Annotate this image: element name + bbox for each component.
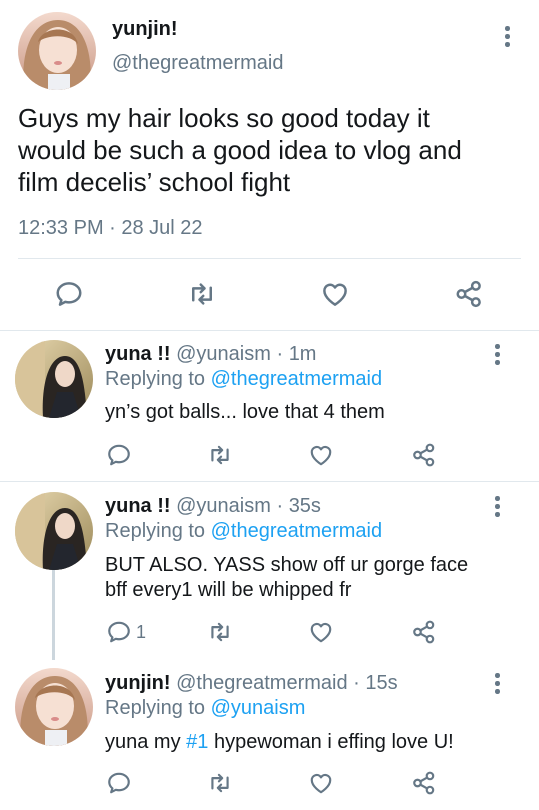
retweet-button[interactable] [207,442,233,468]
reply-button[interactable]: 1 [106,619,146,645]
display-name[interactable]: yuna !! [105,343,171,365]
relative-time[interactable]: 35s [289,495,321,517]
tweet-text-line: film decelis’ school fight [18,167,291,197]
more-vertical-icon[interactable] [487,494,507,520]
separator: · [270,495,289,517]
reply-icon [106,619,132,645]
tweet-timestamp[interactable]: 12:33 PM · 28 Jul 22 [18,217,203,240]
handle[interactable]: @thegreatmermaid [112,52,283,75]
avatar[interactable] [15,668,93,746]
share-button[interactable] [454,279,484,309]
avatar[interactable] [15,492,93,570]
share-icon [454,279,484,309]
retweet-button[interactable] [207,619,233,645]
tweet-text-line: Guys my hair looks so good today it [18,103,430,133]
avatar[interactable] [18,12,96,90]
like-button[interactable] [320,279,350,309]
more-vertical-icon[interactable] [487,671,507,697]
retweet-button[interactable] [207,770,233,796]
reply-icon [106,442,132,468]
reply-text: yuna my #1 hypewoman i effing love U! [105,730,454,755]
handle[interactable]: @yunaism [176,495,271,517]
like-button[interactable] [308,442,334,468]
avatar-photo [18,12,96,90]
like-button[interactable] [308,619,334,645]
share-icon [411,619,437,645]
reply-icon [106,770,132,796]
reply-text: BUT ALSO. YASS show off ur gorge face bf… [105,553,525,603]
retweet-icon [207,442,233,468]
avatar-photo [15,492,93,570]
retweet-icon [207,619,233,645]
tweet-text: Guys my hair looks so good today it woul… [18,102,518,198]
reply-text-line: BUT ALSO. YASS show off ur gorge face [105,554,469,576]
replying-to-link[interactable]: @thegreatmermaid [211,368,382,390]
more-vertical-icon[interactable] [497,24,517,50]
replying-to-link[interactable]: @thegreatmermaid [211,520,382,542]
replying-to-label: Replying to [105,520,206,542]
replying-to: Replying to @yunaism [105,697,305,720]
reply-count: 1 [136,621,147,642]
tweet-text-line: would be such a good idea to vlog and [18,135,462,165]
retweet-icon [187,279,217,309]
display-name[interactable]: yunjin! [105,672,171,694]
display-name[interactable]: yunjin! [112,18,178,41]
hashtag-link[interactable]: #1 [186,731,208,753]
divider [0,330,539,331]
relative-time[interactable]: 15s [365,672,397,694]
reply-text: yn’s got balls... love that 4 them [105,400,385,425]
replying-to: Replying to @thegreatmermaid [105,368,382,391]
reply-button[interactable] [54,279,84,309]
reply-text-segment: hypewoman i effing love U! [208,731,454,753]
reply-header: yuna !! @yunaism · 35s [105,495,321,518]
separator: · [347,672,366,694]
more-vertical-icon[interactable] [487,342,507,368]
replying-to-label: Replying to [105,697,206,719]
relative-time[interactable]: 1m [289,343,317,365]
share-button[interactable] [411,770,437,796]
share-icon [411,770,437,796]
handle[interactable]: @thegreatmermaid [176,672,347,694]
reply-text-line: yn’s got balls... love that 4 them [105,401,385,423]
avatar-photo [15,340,93,418]
handle[interactable]: @yunaism [176,343,271,365]
reply-button[interactable] [106,770,132,796]
thread-connector [52,570,55,660]
retweet-button[interactable] [187,279,217,309]
display-name[interactable]: yuna !! [105,495,171,517]
heart-icon [320,279,350,309]
avatar-photo [15,668,93,746]
reply-text-line: bff every1 will be whipped fr [105,579,352,601]
divider [18,258,521,259]
reply-button[interactable] [106,442,132,468]
like-button[interactable] [308,770,334,796]
reply-header: yuna !! @yunaism · 1m [105,343,316,366]
replying-to-label: Replying to [105,368,206,390]
heart-icon [308,770,334,796]
retweet-icon [207,770,233,796]
heart-icon [308,619,334,645]
separator: · [270,343,289,365]
replying-to-link[interactable]: @yunaism [211,697,306,719]
share-icon [411,442,437,468]
reply-header: yunjin! @thegreatmermaid · 15s [105,672,398,695]
reply-text-segment: yuna my [105,731,187,753]
avatar[interactable] [15,340,93,418]
heart-icon [308,442,334,468]
share-button[interactable] [411,442,437,468]
divider [0,481,539,482]
replying-to: Replying to @thegreatmermaid [105,520,382,543]
reply-icon [54,279,84,309]
share-button[interactable] [411,619,437,645]
